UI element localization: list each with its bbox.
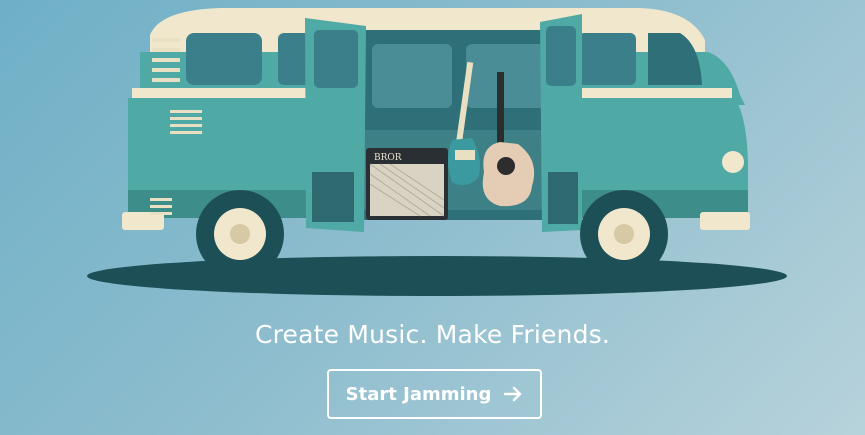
wheel-front [580, 190, 668, 278]
open-door-right [540, 14, 582, 232]
amp-brand-label: BROR [374, 153, 402, 163]
arrow-right-icon [504, 386, 522, 402]
open-door-left [305, 18, 366, 232]
amplifier: BROR [366, 148, 448, 220]
start-jamming-button[interactable]: Start Jamming [327, 369, 542, 419]
wheel-rear [196, 190, 284, 278]
hero-tagline: Create Music. Make Friends. [254, 320, 611, 349]
headlight [722, 151, 744, 173]
ground-shadow [87, 256, 787, 296]
start-jamming-label: Start Jamming [345, 383, 492, 405]
hero-section: BROR Create Music. Make Friends. Start J… [0, 0, 865, 435]
van-illustration: BROR [87, 8, 787, 296]
